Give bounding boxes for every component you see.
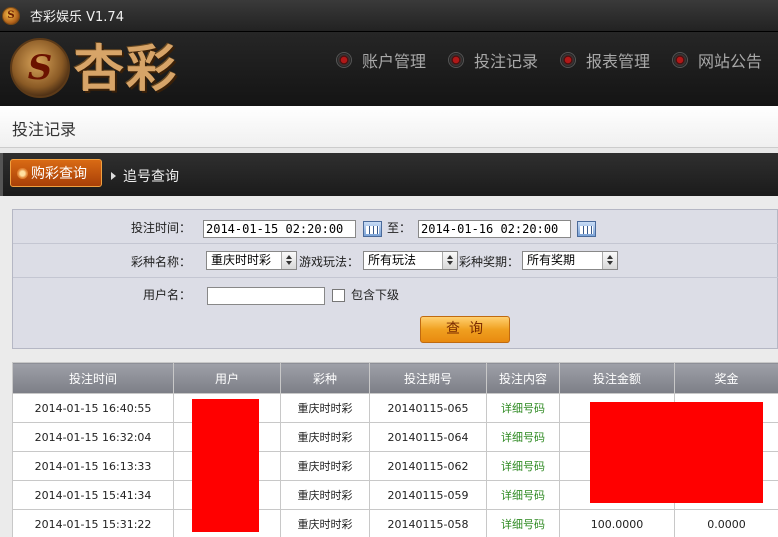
period-label: 彩种奖期： (459, 255, 520, 269)
play-select[interactable]: 所有玩法 (363, 251, 458, 270)
brand-logo-text: 杏彩 (74, 39, 178, 98)
include-sub-label: 包含下级 (351, 288, 400, 302)
period-select-value: 所有奖期 (527, 253, 576, 267)
table-row: 2014-01-15 15:31:22 重庆时时彩 20140115-058 详… (12, 509, 778, 537)
detail-link[interactable]: 详细号码 (486, 451, 560, 481)
table-header-row: 投注时间 用户 彩种 投注期号 投注内容 投注金额 奖金 (12, 362, 778, 394)
main-nav: 账户管理 投注记录 报表管理 网站公告 (314, 48, 762, 72)
page-title-bar: 投注记录 (0, 106, 778, 148)
username-input[interactable] (207, 287, 325, 305)
detail-link[interactable]: 详细号码 (486, 480, 560, 510)
brand-emblem-glyph: S (27, 48, 53, 88)
column-header: 投注内容 (486, 362, 560, 394)
lottery-select[interactable]: 重庆时时彩 (206, 251, 297, 270)
column-header: 彩种 (280, 362, 370, 394)
nav-item-label: 投注记录 (473, 52, 538, 71)
chevron-updown-icon (281, 252, 296, 269)
nav-item-bet-records[interactable]: 投注记录 (447, 48, 538, 72)
calendar-icon[interactable] (577, 221, 596, 237)
cell-amount: 100.0000 (559, 509, 675, 537)
nav-item-account[interactable]: 账户管理 (335, 48, 426, 72)
filter-row-lottery: 彩种名称： 重庆时时彩 游戏玩法： 所有玩法 彩种奖期： 所有奖期 (13, 244, 778, 278)
window-titlebar: S 杏彩娱乐 V1.74 (0, 0, 778, 32)
to-label: 至： (387, 221, 412, 235)
column-header: 用户 (173, 362, 281, 394)
tab-gear-icon (17, 167, 28, 179)
logo-emblem-icon: S (2, 6, 20, 25)
cell-lottery: 重庆时时彩 (280, 509, 370, 537)
start-time-input[interactable]: 2014-01-15 02:20:00 (203, 220, 356, 238)
cell-lottery: 重庆时时彩 (280, 393, 370, 423)
cell-period: 20140115-058 (369, 509, 487, 537)
tab-label: 购彩查询 (31, 166, 87, 182)
nav-item-reports[interactable]: 报表管理 (559, 48, 650, 72)
calendar-icon[interactable] (363, 221, 382, 237)
lottery-select-value: 重庆时时彩 (211, 253, 272, 267)
column-header: 投注时间 (12, 362, 174, 394)
filter-row-time: 投注时间： 2014-01-15 02:20:00 至： 2014-01-16 … (13, 210, 778, 244)
redaction-amount-column (590, 402, 763, 503)
column-header: 奖金 (674, 362, 778, 394)
tab-bar: 购彩查询 追号查询 (0, 153, 778, 196)
cell-time: 2014-01-15 15:41:34 (12, 480, 174, 510)
cell-period: 20140115-065 (369, 393, 487, 423)
window-title: 杏彩娱乐 V1.74 (30, 10, 124, 25)
cell-period: 20140115-062 (369, 451, 487, 481)
brand-emblem-icon: S (10, 38, 70, 98)
nav-bullet-icon (447, 52, 464, 68)
user-label: 用户名： (142, 288, 191, 302)
tab-chase-query[interactable]: 追号查询 (111, 166, 179, 186)
cell-lottery: 重庆时时彩 (280, 451, 370, 481)
content-area: 投注时间： 2014-01-15 02:20:00 至： 2014-01-16 … (0, 196, 778, 537)
column-header: 投注金额 (559, 362, 675, 394)
tab-purchase-query[interactable]: 购彩查询 (10, 159, 102, 187)
nav-bullet-icon (335, 52, 352, 68)
column-header: 投注期号 (369, 362, 487, 394)
cell-time: 2014-01-15 16:13:33 (12, 451, 174, 481)
play-label: 游戏玩法： (299, 255, 360, 269)
filter-row-user: 用户名： 包含下级 (13, 278, 778, 310)
cell-time: 2014-01-15 16:32:04 (12, 422, 174, 452)
filter-form: 投注时间： 2014-01-15 02:20:00 至： 2014-01-16 … (12, 209, 778, 349)
nav-item-label: 报表管理 (585, 52, 650, 71)
site-header: S 杏彩 账户管理 投注记录 报表管理 网站公告 (0, 32, 778, 106)
nav-item-announcements[interactable]: 网站公告 (671, 48, 762, 72)
nav-item-label: 账户管理 (361, 52, 426, 71)
caret-right-icon (111, 172, 116, 180)
detail-link[interactable]: 详细号码 (486, 509, 560, 537)
detail-link[interactable]: 详细号码 (486, 422, 560, 452)
nav-bullet-icon (671, 52, 688, 68)
cell-time: 2014-01-15 15:31:22 (12, 509, 174, 537)
cell-bonus: 0.0000 (674, 509, 778, 537)
lottery-label: 彩种名称： (130, 255, 191, 269)
cell-time: 2014-01-15 16:40:55 (12, 393, 174, 423)
cell-period: 20140115-064 (369, 422, 487, 452)
cell-period: 20140115-059 (369, 480, 487, 510)
include-sub-checkbox[interactable] (332, 289, 345, 302)
page-title: 投注记录 (12, 120, 77, 139)
cell-lottery: 重庆时时彩 (280, 480, 370, 510)
chevron-updown-icon (442, 252, 457, 269)
time-label: 投注时间： (130, 221, 191, 235)
redaction-user-column (192, 399, 259, 532)
tab-label: 追号查询 (123, 169, 179, 185)
nav-item-label: 网站公告 (697, 52, 762, 71)
cell-lottery: 重庆时时彩 (280, 422, 370, 452)
period-select[interactable]: 所有奖期 (522, 251, 618, 270)
app-icon-glyph: S (7, 10, 15, 21)
chevron-updown-icon (602, 252, 617, 269)
end-time-input[interactable]: 2014-01-16 02:20:00 (418, 220, 571, 238)
play-select-value: 所有玩法 (368, 253, 417, 267)
nav-bullet-icon (559, 52, 576, 68)
detail-link[interactable]: 详细号码 (486, 393, 560, 423)
query-button[interactable]: 查询 (420, 316, 510, 343)
